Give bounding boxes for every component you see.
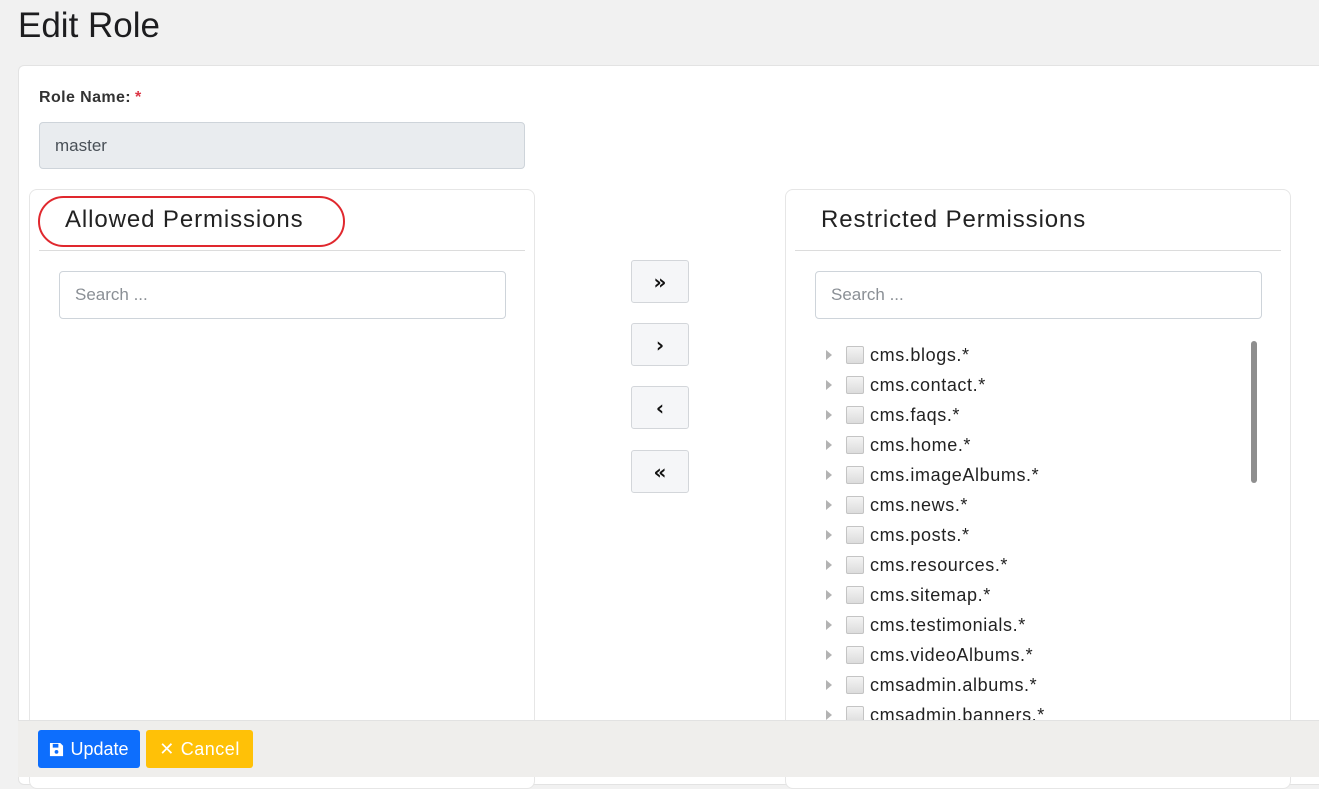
expand-arrow-icon[interactable] — [826, 380, 832, 390]
allowed-permissions-title: Allowed Permissions — [65, 206, 304, 233]
tree-item[interactable]: cms.sitemap.* — [816, 580, 1236, 610]
tree-item-label: cms.videoAlbums.* — [870, 644, 1034, 665]
save-icon — [50, 742, 64, 756]
restricted-permissions-title: Restricted Permissions — [821, 206, 1087, 233]
allowed-panel-header: Allowed Permissions — [39, 190, 525, 251]
expand-arrow-icon[interactable] — [826, 650, 832, 660]
tree-checkbox[interactable] — [846, 586, 864, 604]
tree-checkbox[interactable] — [846, 436, 864, 454]
tree-checkbox[interactable] — [846, 646, 864, 664]
tree-item-label: cms.faqs.* — [870, 404, 961, 425]
expand-arrow-icon[interactable] — [826, 470, 832, 480]
expand-arrow-icon[interactable] — [826, 350, 832, 360]
close-icon: ✕ — [159, 738, 175, 760]
restricted-panel-header: Restricted Permissions — [795, 190, 1281, 251]
move-all-left-button[interactable]: « — [631, 450, 689, 493]
role-name-label: Role Name: * — [39, 89, 142, 106]
tree-item-label: cms.blogs.* — [870, 344, 970, 365]
tree-item-label: cms.contact.* — [870, 374, 986, 395]
move-right-button[interactable]: › — [631, 323, 689, 366]
restricted-tree-scrollbar[interactable] — [1251, 341, 1257, 483]
role-name-input[interactable] — [39, 122, 525, 169]
tree-checkbox[interactable] — [846, 346, 864, 364]
tree-checkbox[interactable] — [846, 616, 864, 634]
tree-item[interactable]: cms.videoAlbums.* — [816, 640, 1236, 670]
tree-item[interactable]: cms.contact.* — [816, 370, 1236, 400]
tree-item-label: cmsadmin.albums.* — [870, 674, 1038, 695]
allowed-search-input[interactable] — [59, 271, 506, 319]
tree-item[interactable]: cms.blogs.* — [816, 340, 1236, 370]
tree-item[interactable]: cms.imageAlbums.* — [816, 460, 1236, 490]
tree-checkbox[interactable] — [846, 496, 864, 514]
tree-item[interactable]: cms.news.* — [816, 490, 1236, 520]
page-title: Edit Role — [18, 6, 161, 45]
restricted-permissions-panel: Restricted Permissions cms.blogs.* cms.co… — [785, 189, 1291, 789]
tree-item[interactable]: cmsadmin.albums.* — [816, 670, 1236, 700]
tree-item-label: cms.home.* — [870, 434, 972, 455]
tree-item[interactable]: cms.testimonials.* — [816, 610, 1236, 640]
restricted-permissions-tree: cms.blogs.* cms.contact.* cms.faqs.* cms.ho… — [816, 340, 1236, 730]
expand-arrow-icon[interactable] — [826, 410, 832, 420]
move-all-right-button[interactable]: » — [631, 260, 689, 303]
tree-item[interactable]: cms.home.* — [816, 430, 1236, 460]
update-button[interactable]: Update — [38, 730, 140, 768]
tree-item[interactable]: cms.posts.* — [816, 520, 1236, 550]
update-label: Update — [70, 738, 129, 759]
expand-arrow-icon[interactable] — [826, 710, 832, 720]
restricted-search-input[interactable] — [815, 271, 1262, 319]
tree-item[interactable]: cms.faqs.* — [816, 400, 1236, 430]
tree-checkbox[interactable] — [846, 466, 864, 484]
cancel-label: Cancel — [180, 738, 240, 759]
tree-item-label: cms.sitemap.* — [870, 584, 991, 605]
expand-arrow-icon[interactable] — [826, 620, 832, 630]
expand-arrow-icon[interactable] — [826, 590, 832, 600]
tree-checkbox[interactable] — [846, 556, 864, 574]
tree-item-label: cms.resources.* — [870, 554, 1009, 575]
required-mark: * — [135, 89, 142, 106]
expand-arrow-icon[interactable] — [826, 680, 832, 690]
expand-arrow-icon[interactable] — [826, 500, 832, 510]
tree-checkbox[interactable] — [846, 376, 864, 394]
tree-item-label: cms.testimonials.* — [870, 614, 1026, 635]
expand-arrow-icon[interactable] — [826, 530, 832, 540]
tree-item-label: cms.imageAlbums.* — [870, 464, 1040, 485]
tree-item[interactable]: cms.resources.* — [816, 550, 1236, 580]
tree-checkbox[interactable] — [846, 406, 864, 424]
cancel-button[interactable]: ✕ Cancel — [146, 730, 253, 768]
tree-checkbox[interactable] — [846, 526, 864, 544]
tree-item-label: cms.news.* — [870, 494, 969, 515]
move-left-button[interactable]: ‹ — [631, 386, 689, 429]
tree-checkbox[interactable] — [846, 676, 864, 694]
expand-arrow-icon[interactable] — [826, 560, 832, 570]
expand-arrow-icon[interactable] — [826, 440, 832, 450]
tree-item-label: cms.posts.* — [870, 524, 970, 545]
allowed-permissions-panel: Allowed Permissions — [29, 189, 535, 789]
